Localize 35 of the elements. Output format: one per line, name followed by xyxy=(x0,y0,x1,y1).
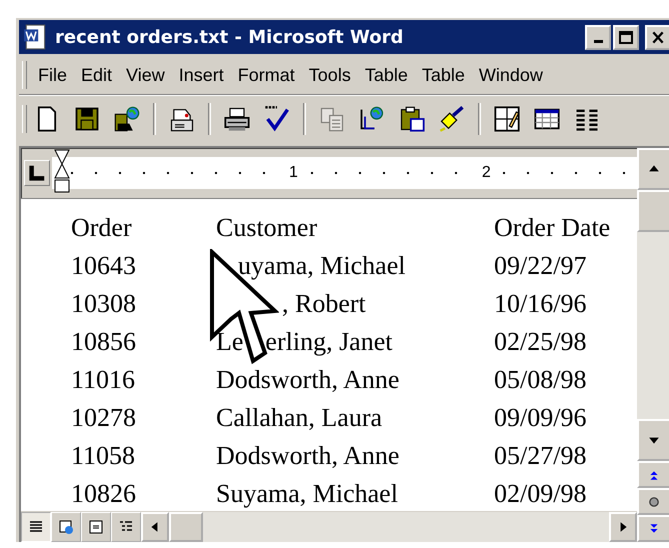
menu-item[interactable]: Tools xyxy=(302,64,358,86)
order-date: 09/09/96 xyxy=(494,402,588,434)
customer-name: Suyama, Michael xyxy=(216,478,398,510)
order-date: 02/09/98 xyxy=(494,478,588,510)
order-number: 10308 xyxy=(71,288,137,320)
customer-name: Dodsworth, Anne xyxy=(216,364,400,396)
menu-item[interactable]: File xyxy=(31,64,74,86)
menu-item[interactable]: Window xyxy=(472,64,550,86)
menu-item[interactable]: Format xyxy=(230,64,302,86)
menu-item[interactable]: Edit xyxy=(74,64,120,86)
customer-name: Dodsworth, Anne xyxy=(216,440,400,472)
customer-name: Callahan, Laura xyxy=(216,402,382,434)
customer-name: Le xyxy=(216,326,244,358)
order-date: 09/22/97 xyxy=(494,250,588,282)
order-date: 05/08/98 xyxy=(494,364,588,396)
order-number: 11016 xyxy=(71,364,136,396)
order-number: 10278 xyxy=(71,402,137,434)
customer-name: , Robert xyxy=(282,288,366,320)
order-date: 05/27/98 xyxy=(494,440,588,472)
column-heading: Order xyxy=(71,212,133,244)
customer-name: erling, Janet xyxy=(265,326,392,358)
order-date: 10/16/96 xyxy=(494,288,588,320)
menu-item[interactable]: Table xyxy=(414,64,472,86)
order-number: 10856 xyxy=(71,326,137,358)
column-heading: Order Date xyxy=(494,212,610,244)
order-date: 02/25/98 xyxy=(494,326,588,358)
column-heading: Customer xyxy=(216,212,318,244)
menu-item[interactable]: Insert xyxy=(172,64,231,86)
customer-name: uyama, Michael xyxy=(238,250,406,282)
order-number: 10643 xyxy=(71,250,137,282)
order-number: 10826 xyxy=(71,478,137,510)
menu-item[interactable]: Table xyxy=(358,64,415,86)
window-title: recent orders.txt - Microsoft Word xyxy=(55,26,404,48)
order-number: 11058 xyxy=(71,440,136,472)
menu-item[interactable]: View xyxy=(119,64,172,86)
